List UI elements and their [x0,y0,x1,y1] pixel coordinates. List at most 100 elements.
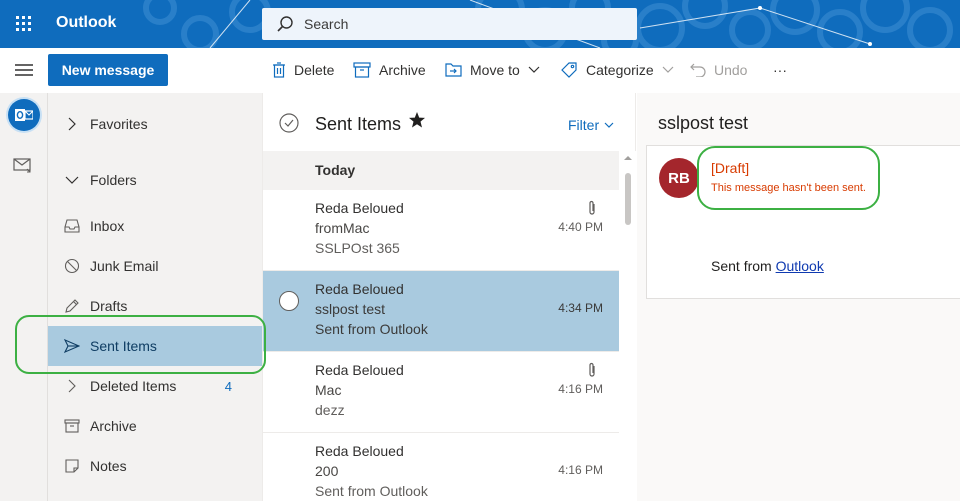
folder-item-deleted-items[interactable]: Deleted Items 4 [48,366,262,406]
new-message-button[interactable]: New message [48,54,168,86]
message-list-header: Sent Items Filter [263,93,637,151]
folder-item-drafts[interactable]: Drafts [48,286,262,326]
message-body: Sent from Outlook [711,258,824,274]
mail-app-button[interactable] [13,157,33,176]
attachment-icon [589,362,595,377]
send-icon [64,338,80,354]
app-launcher-button[interactable] [0,0,48,48]
archive-button[interactable]: Archive [353,60,426,80]
folder-title: Sent Items [315,114,402,134]
archive-label: Archive [379,62,426,78]
favorite-star-icon[interactable] [408,111,426,129]
folder-label: Junk Email [90,258,159,274]
date-group-header: Today [263,151,619,190]
draft-label[interactable]: [Draft] [711,160,749,176]
folder-item-inbox[interactable]: Inbox [48,206,262,246]
chevron-down-icon [604,122,614,128]
message-item[interactable]: Reda Beloued sslpost test Sent from Outl… [263,271,619,352]
not-sent-notice: This message hasn't been sent. [711,182,866,194]
message-item[interactable]: Reda Beloued Mac dezz 4:16 PM [263,352,619,433]
outlook-logo-icon [15,109,33,121]
folder-label: Notes [90,458,127,474]
filter-button[interactable]: Filter [568,117,614,133]
favorites-section[interactable]: Favorites [48,104,262,144]
scrollbar-thumb[interactable] [625,173,631,225]
categorize-label: Categorize [586,62,654,78]
favorites-label: Favorites [90,116,148,132]
folder-label: Deleted Items [90,378,177,394]
scroll-up-arrow-icon[interactable] [624,155,632,161]
folders-section[interactable]: Folders [48,160,262,200]
folder-move-icon [445,63,462,77]
archive-icon [64,419,80,433]
move-to-label: Move to [470,62,520,78]
message-sender: Reda Beloued [315,443,404,459]
categorize-button[interactable]: Categorize [561,60,674,80]
reading-pane: sslpost test RB [Draft] This message has… [637,93,960,501]
junk-icon [64,258,80,274]
message-select-radio[interactable] [279,291,299,311]
message-subject: Mac [315,382,342,398]
note-icon [65,459,79,473]
reading-subject: sslpost test [658,113,749,133]
trash-icon [273,62,285,78]
message-preview: Sent from Outlook [315,321,428,337]
archive-icon [353,62,371,78]
inbox-icon [64,219,80,233]
chevron-right-icon [68,379,76,393]
outlook-link[interactable]: Outlook [776,258,824,274]
command-bar: New message Delete Archive Move to Categ… [0,48,960,93]
message-list-scrollbar[interactable] [620,151,636,501]
chevron-down-icon [662,66,674,73]
message-list: Sent Items Filter Today Reda Beloued fro… [262,93,636,501]
message-subject: 200 [315,463,339,479]
tag-icon [561,62,577,78]
message-item[interactable]: Reda Beloued fromMac SSLPOst 365 4:40 PM [263,190,619,271]
message-preview: dezz [315,402,345,418]
search-box[interactable] [262,8,637,40]
delete-label: Delete [294,62,335,78]
waffle-icon [16,16,31,31]
folder-item-notes[interactable]: Notes [48,446,262,486]
chevron-right-icon [68,117,76,131]
select-all-checkbox[interactable] [279,113,299,133]
message-subject: sslpost test [315,301,386,317]
message-subject: fromMac [315,220,370,236]
message-preview: Sent from Outlook [315,483,428,499]
outlook-app-icon[interactable] [8,99,40,131]
folder-label: Drafts [90,298,128,314]
message-card[interactable]: RB [Draft] This message hasn't been sent… [646,145,960,299]
folder-item-junk-email[interactable]: Junk Email [48,246,262,286]
folder-item-archive[interactable]: Archive [48,406,262,446]
hamburger-icon [15,64,33,76]
search-input[interactable] [304,16,624,32]
avatar[interactable]: RB [659,158,699,198]
attachment-icon [589,200,595,215]
message-time: 4:40 PM [558,220,603,234]
more-actions-button[interactable]: ··· [773,60,787,80]
date-group-label: Today [315,162,356,178]
folder-item-sent-items[interactable]: Sent Items [48,326,262,366]
folder-pane: Favorites Folders Inbox Junk Email Draft… [48,93,262,501]
pencil-icon [65,299,79,313]
app-title[interactable]: Outlook [56,14,116,32]
message-item[interactable]: Reda Beloued 200 Sent from Outlook 4:16 … [263,433,619,501]
folder-label: Sent Items [90,338,157,354]
app-rail [0,93,48,501]
chevron-down-icon [65,176,79,184]
nav-toggle-button[interactable] [10,58,38,82]
folder-label: Archive [90,418,137,434]
undo-button[interactable]: Undo [690,60,747,80]
search-icon [277,16,293,32]
message-sender: Reda Beloued [315,362,404,378]
message-time: 4:16 PM [558,463,603,477]
folders-label: Folders [90,172,137,188]
move-to-button[interactable]: Move to [445,60,540,80]
message-time: 4:16 PM [558,382,603,396]
message-sender: Reda Beloued [315,281,404,297]
undo-icon [690,63,706,77]
mail-icon [13,158,31,173]
message-sender: Reda Beloued [315,200,404,216]
message-preview: SSLPOst 365 [315,240,400,256]
delete-button[interactable]: Delete [272,60,334,80]
